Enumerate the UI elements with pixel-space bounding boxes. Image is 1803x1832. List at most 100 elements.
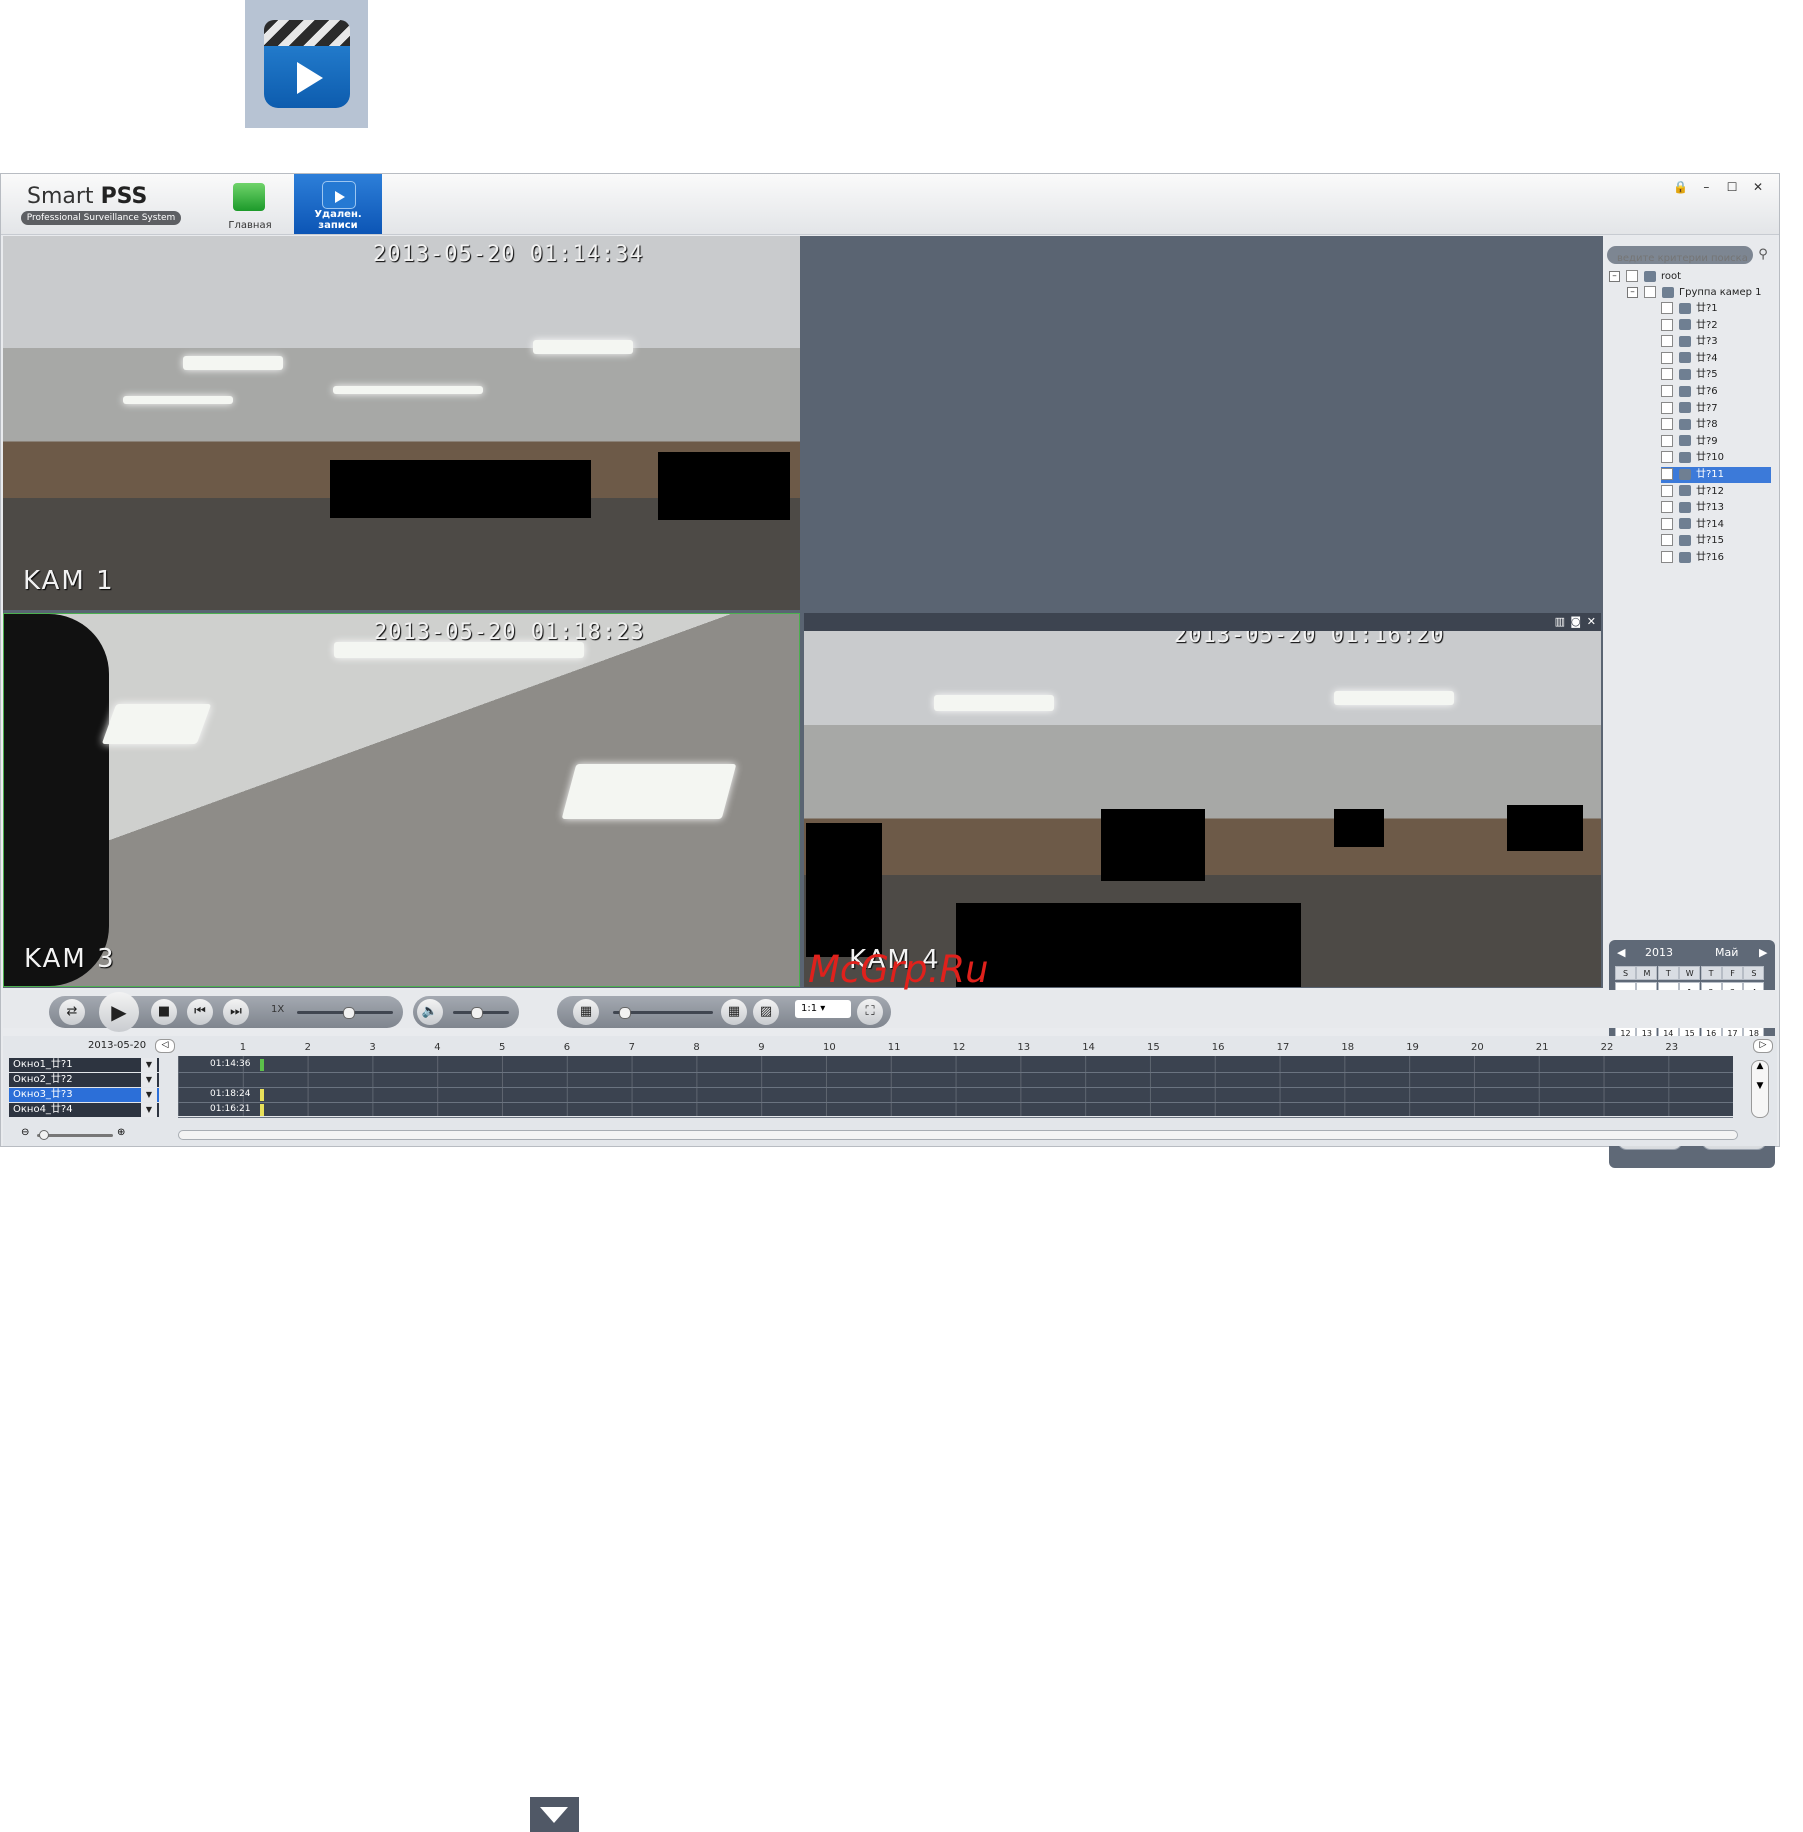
checkbox[interactable] <box>1661 484 1673 497</box>
checkbox[interactable] <box>1661 351 1673 364</box>
video-tile-4[interactable]: 2013-05-20 01:16:20 KAM 4 <box>804 613 1601 987</box>
prev-frame-button[interactable]: ⏮ <box>187 999 213 1025</box>
tree-channel[interactable]: 廿?3 <box>1661 334 1771 350</box>
tree-group[interactable]: – Группа камер 1 <box>1627 285 1762 301</box>
chevron-down-icon[interactable]: ▼ <box>141 1103 157 1117</box>
chevron-down-icon[interactable]: ▼ <box>141 1088 157 1102</box>
checkbox[interactable] <box>1661 451 1673 464</box>
chevron-down-icon[interactable]: ▼ <box>141 1058 157 1072</box>
zoom-in-icon[interactable]: ⊕ <box>117 1127 125 1138</box>
collapse-icon[interactable]: – <box>1627 286 1638 298</box>
tree-root[interactable]: – root <box>1609 269 1681 285</box>
tree-channel[interactable]: 廿?7 <box>1661 401 1771 417</box>
remote-records-app-icon[interactable] <box>245 0 368 128</box>
chevron-down-icon[interactable] <box>530 1797 579 1832</box>
checkbox[interactable] <box>1661 434 1673 447</box>
watermark: McGrp.Ru <box>808 948 989 991</box>
tree-channel[interactable]: 廿?16 <box>1661 550 1771 566</box>
timeline-hour-label: 23 <box>1665 1042 1679 1053</box>
timeline-next-icon[interactable]: ▷ <box>1753 1039 1773 1053</box>
chevron-down-icon[interactable]: ▼ <box>141 1073 157 1087</box>
speed-slider-knob[interactable] <box>343 1007 355 1019</box>
play-button[interactable]: ▶ <box>99 992 139 1032</box>
fullscreen-icon[interactable]: ⛶ <box>857 999 883 1025</box>
checkbox[interactable] <box>1661 517 1673 530</box>
layout-icon[interactable]: ▦ <box>573 999 599 1025</box>
timeline-record-start: 01:18:24 <box>210 1089 251 1099</box>
checkbox[interactable] <box>1661 302 1673 314</box>
checkbox[interactable] <box>1661 401 1673 414</box>
timeline-horizontal-scrollbar[interactable] <box>178 1130 1738 1140</box>
timeline-row-divider <box>178 1117 1733 1118</box>
tree-channel[interactable]: 廿?14 <box>1661 517 1771 533</box>
lock-icon[interactable]: 🔒 <box>1670 180 1692 194</box>
tree-channel[interactable]: 廿?6 <box>1661 384 1771 400</box>
tree-channel[interactable]: 廿?5 <box>1661 367 1771 383</box>
tree-channel[interactable]: 廿?4 <box>1661 351 1771 367</box>
calendar-weekday: T <box>1657 966 1679 980</box>
close-button[interactable]: ✕ <box>1747 180 1769 194</box>
timeline-channel-label[interactable]: Окно3_廿?3 ▼ <box>9 1088 159 1102</box>
tree-channel[interactable]: 廿?11 <box>1661 467 1771 483</box>
video-tile-3[interactable]: 2013-05-20 01:18:23 KAM 3 <box>3 613 800 987</box>
root-device-icon <box>1644 270 1656 282</box>
aspect-ratio-select[interactable]: 1:1 ▾ <box>795 1000 851 1018</box>
grid-icon[interactable]: ▦ <box>721 999 747 1025</box>
checkbox[interactable] <box>1661 551 1673 563</box>
tree-channel[interactable]: 廿?1 <box>1661 301 1771 317</box>
search-input[interactable] <box>1607 249 1751 268</box>
video-tile-2-empty[interactable] <box>804 236 1601 610</box>
next-frame-button[interactable]: ⏭ <box>223 999 249 1025</box>
timeline-grid[interactable] <box>178 1056 1733 1116</box>
checkbox[interactable] <box>1661 385 1673 397</box>
zoom-slider-knob[interactable] <box>39 1130 49 1140</box>
tree-channel[interactable]: 廿?10 <box>1661 450 1771 466</box>
timeline-vertical-scrollbar[interactable]: ▲ ▼ <box>1751 1060 1769 1118</box>
nav-remote-records-tab[interactable]: Удален. записи <box>294 174 382 234</box>
sync-icon[interactable]: ⇄ <box>59 999 85 1025</box>
foreground-object <box>4 614 109 986</box>
tree-channel[interactable]: 廿?2 <box>1661 318 1771 334</box>
timeline-record-marker[interactable] <box>260 1059 264 1071</box>
volume-slider-knob[interactable] <box>471 1007 483 1019</box>
collapse-icon[interactable]: – <box>1609 270 1620 282</box>
tree-channel[interactable]: 廿?15 <box>1661 533 1771 549</box>
zoom-out-icon[interactable]: ⊖ <box>21 1127 29 1138</box>
camera-icon <box>1679 551 1691 563</box>
timeline-channel-label[interactable]: Окно4_廿?4 ▼ <box>9 1103 159 1117</box>
camera-icon <box>1679 501 1691 513</box>
prev-month-icon[interactable]: ◀ <box>1617 946 1625 959</box>
next-month-icon[interactable]: ▶ <box>1759 946 1767 959</box>
timeline-record-marker[interactable] <box>260 1089 264 1101</box>
timeline-channel-label[interactable]: Окно1_廿?1 ▼ <box>9 1058 159 1072</box>
stop-button[interactable]: ■ <box>151 999 177 1025</box>
snapshot-icon[interactable]: ◙ <box>1570 615 1581 628</box>
search-icon[interactable]: ⚲ <box>1753 246 1773 264</box>
checkbox[interactable] <box>1661 534 1673 547</box>
tree-channel[interactable]: 廿?12 <box>1661 484 1771 500</box>
checkbox[interactable] <box>1626 270 1638 282</box>
checkbox[interactable] <box>1644 286 1656 298</box>
split-icon[interactable]: ▥ <box>1555 615 1565 628</box>
checkbox[interactable] <box>1661 418 1673 431</box>
checkbox[interactable] <box>1661 468 1673 480</box>
close-tile-icon[interactable]: ✕ <box>1587 615 1596 628</box>
maximize-button[interactable]: ☐ <box>1721 180 1743 194</box>
minimize-button[interactable]: – <box>1695 180 1717 194</box>
nav-home-tab[interactable]: Главная <box>206 174 294 234</box>
checkbox[interactable] <box>1661 501 1673 514</box>
checkbox[interactable] <box>1661 368 1673 381</box>
layout-slider-knob[interactable] <box>619 1007 631 1019</box>
tree-channel[interactable]: 廿?8 <box>1661 417 1771 433</box>
timeline-prev-icon[interactable]: ◁ <box>155 1039 175 1053</box>
checkbox[interactable] <box>1661 318 1673 331</box>
timeline-channel-label[interactable]: Окно2_廿?2 ▼ <box>9 1073 159 1087</box>
tree-channel[interactable]: 廿?9 <box>1661 434 1771 450</box>
volume-icon[interactable]: 🔈 <box>417 999 443 1025</box>
timeline-record-marker[interactable] <box>260 1104 264 1116</box>
checkbox[interactable] <box>1661 335 1673 348</box>
custom-split-icon[interactable]: ▨ <box>753 999 779 1025</box>
tree-channel[interactable]: 廿?13 <box>1661 500 1771 516</box>
video-tile-1[interactable]: 2013-05-20 01:14:34 KAM 1 <box>3 236 800 610</box>
timeline-record-start: 01:16:21 <box>210 1104 251 1114</box>
